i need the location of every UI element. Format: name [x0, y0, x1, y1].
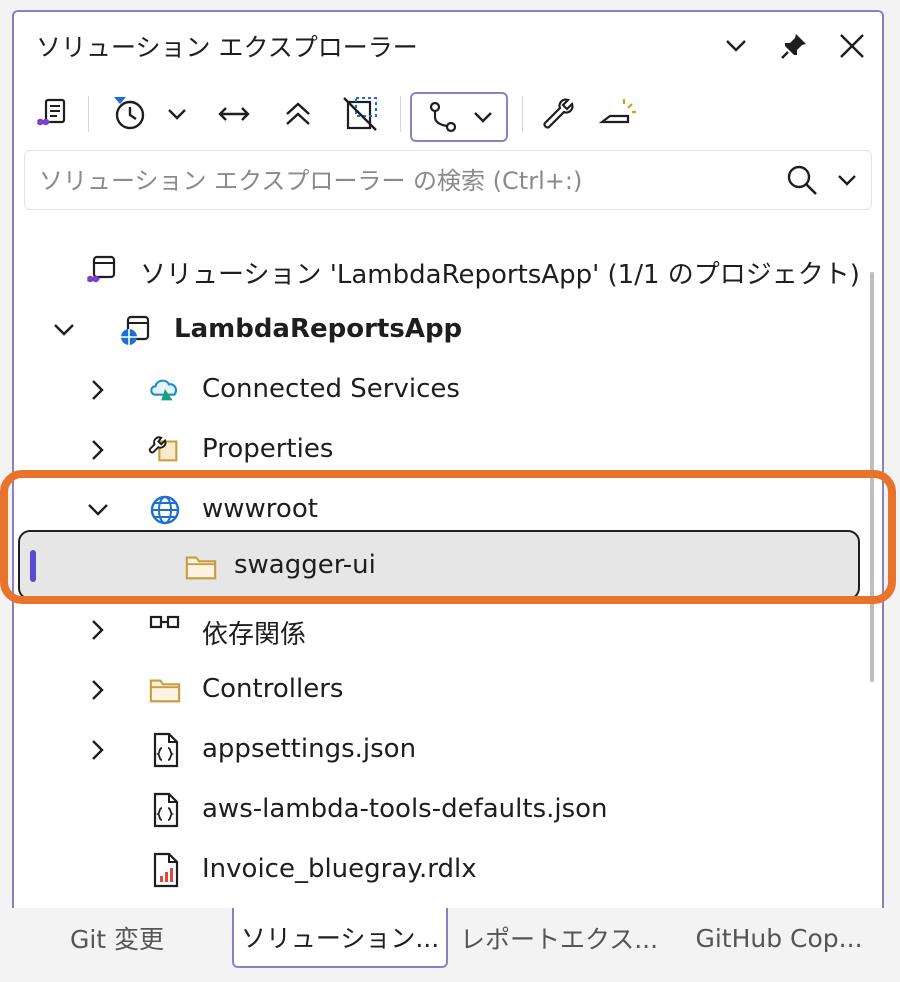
tree-item-label: Invoice_bluegray.rdlx [202, 854, 477, 884]
filter-dropdown-chevron-icon[interactable] [162, 90, 192, 138]
close-icon[interactable] [830, 26, 874, 66]
show-all-files-icon[interactable] [336, 90, 384, 138]
tree-item-label: ソリューション 'LambdaReportsApp' (1/1 のプロジェクト) [140, 260, 860, 290]
tree-item-project[interactable]: LambdaReportsApp [14, 300, 858, 360]
json-file-icon [148, 792, 182, 828]
json-file-icon [148, 732, 182, 768]
tree-item-label: Properties [202, 434, 334, 464]
bottom-tab-bar: Git 変更 ソリューション... レポートエクス... GitHub Cop.… [12, 908, 890, 970]
git-view-chevron-icon [474, 112, 492, 123]
vertical-scrollbar[interactable] [870, 272, 874, 682]
solution-tree: ソリューション 'LambdaReportsApp' (1/1 のプロジェクト)… [14, 226, 882, 908]
search-icon[interactable] [785, 163, 819, 197]
tab-github-copilot[interactable]: GitHub Cop... [676, 908, 882, 968]
chevron-right-icon[interactable] [84, 436, 112, 464]
tree-item-aws-lambda-tools-defaults-json[interactable]: aws-lambda-tools-defaults.json [14, 780, 858, 840]
preview-selected-items-icon[interactable] [594, 90, 642, 138]
tree-item-swagger-ui[interactable]: swagger-ui [18, 530, 860, 600]
tree-item-dependencies[interactable]: 依存関係 [14, 600, 858, 660]
title-bar: ソリューション エクスプローラー [14, 12, 882, 78]
tree-item-label: 依存関係 [202, 620, 307, 650]
folder-icon [184, 550, 218, 584]
tree-item-solution[interactable]: ソリューション 'LambdaReportsApp' (1/1 のプロジェクト) [14, 240, 860, 300]
pin-icon[interactable] [772, 26, 816, 66]
web-project-icon [118, 313, 152, 347]
solution-explorer-panel: ソリューション エクスプローラー ソリューション エクスプローラー の検索 (C… [12, 10, 884, 910]
chevron-right-icon[interactable] [84, 376, 112, 404]
tab-report-explorer[interactable]: レポートエクス... [452, 908, 666, 968]
tree-item-label: swagger-ui [234, 550, 376, 580]
chevron-down-icon[interactable] [84, 496, 112, 524]
solution-icon [84, 253, 118, 287]
collapse-all-icon[interactable] [274, 90, 322, 138]
tree-item-label: appsettings.json [202, 734, 417, 764]
chevron-right-icon[interactable] [84, 676, 112, 704]
chevron-down-icon[interactable] [50, 316, 78, 344]
report-file-icon [148, 852, 182, 888]
properties-wrench-icon [148, 433, 182, 467]
search-box [24, 150, 872, 211]
folder-icon [148, 673, 182, 707]
globe-icon [148, 493, 182, 527]
toolbar [14, 82, 882, 146]
solution-switch-views-icon[interactable] [30, 90, 74, 138]
chevron-right-icon[interactable] [84, 616, 112, 644]
tree-item-label: LambdaReportsApp [174, 314, 463, 344]
tree-item-appsettings-json[interactable]: appsettings.json [14, 720, 858, 780]
window-menu-chevron-icon[interactable] [714, 26, 758, 66]
tree-item-label: wwwroot [202, 494, 318, 524]
connected-services-icon [148, 373, 182, 407]
pending-changes-filter-icon[interactable] [104, 90, 154, 138]
dependencies-icon [148, 613, 182, 647]
tree-item-label: aws-lambda-tools-defaults.json [202, 794, 608, 824]
selection-indicator [30, 550, 36, 582]
search-options-chevron-icon[interactable] [837, 167, 857, 193]
tab-git-changes[interactable]: Git 変更 [12, 908, 222, 968]
tree-item-label: Controllers [202, 674, 344, 704]
panel-title: ソリューション エクスプローラー [36, 33, 418, 62]
tree-item-properties[interactable]: Properties [14, 420, 858, 480]
properties-wrench-icon[interactable] [534, 90, 582, 138]
tree-item-label: Connected Services [202, 374, 460, 404]
chevron-right-icon[interactable] [84, 736, 112, 764]
sync-with-active-document-icon[interactable] [210, 90, 258, 138]
tree-item-invoice-bluegray-rdlx[interactable]: Invoice_bluegray.rdlx [14, 840, 858, 900]
tree-item-connected-services[interactable]: Connected Services [14, 360, 858, 420]
tree-item-controllers[interactable]: Controllers [14, 660, 858, 720]
git-branch-view-button[interactable] [410, 92, 508, 142]
tab-solution-explorer[interactable]: ソリューション... [232, 908, 448, 968]
search-input[interactable] [25, 151, 781, 211]
